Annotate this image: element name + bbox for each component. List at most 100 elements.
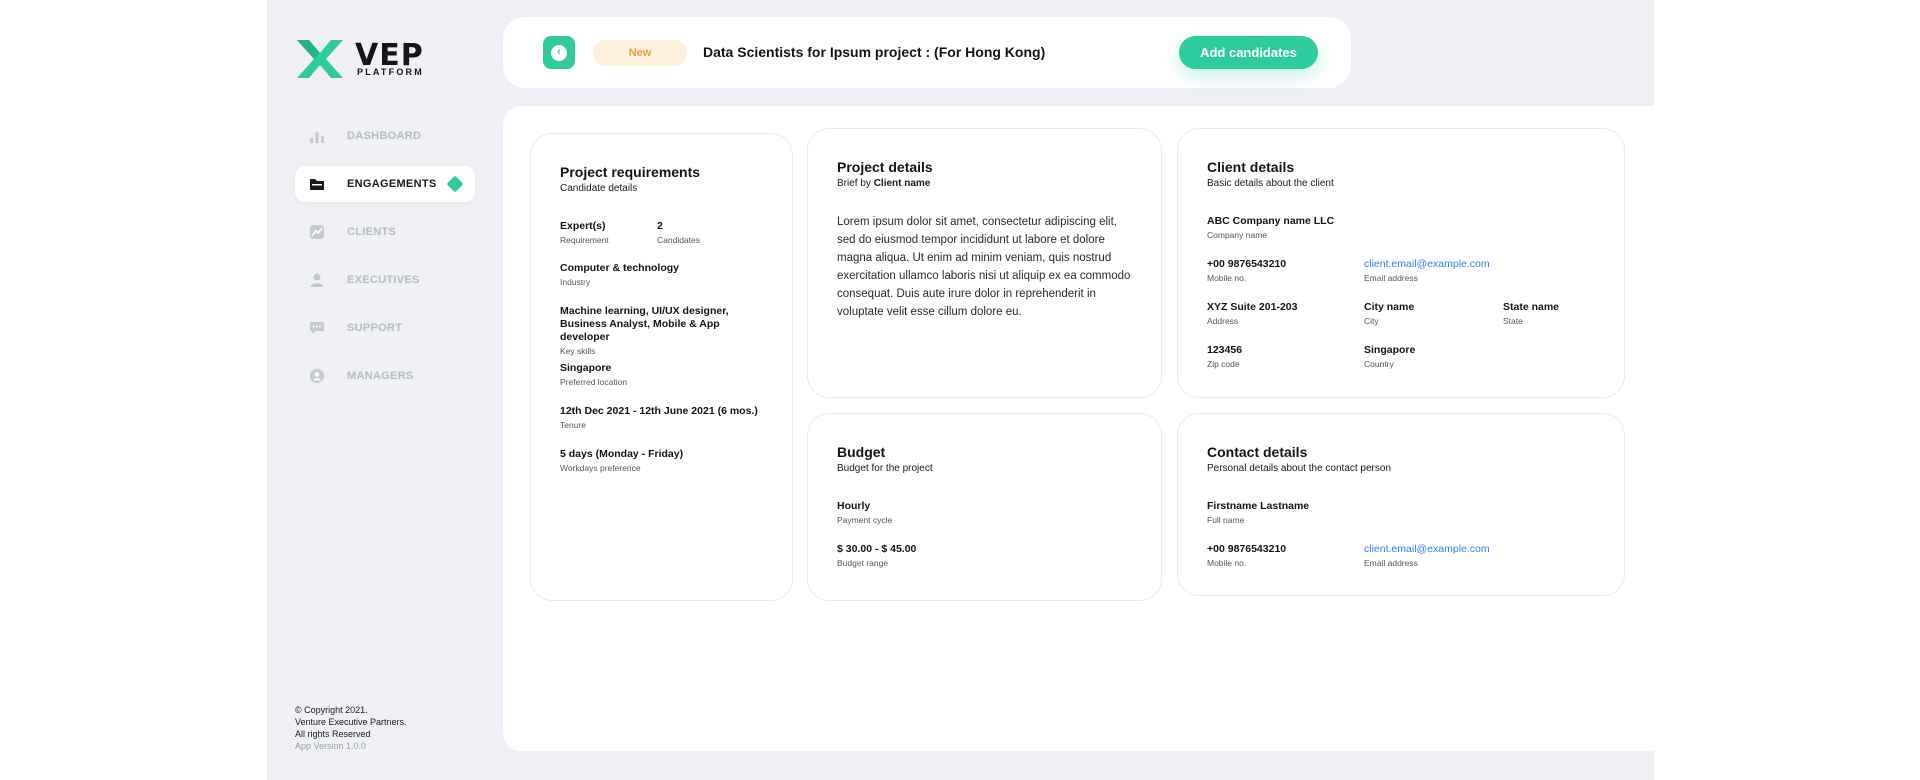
brief-prefix: Brief by <box>837 178 871 189</box>
tenure-field: 12th Dec 2021 - 12th June 2021 (6 mos.) … <box>560 405 758 430</box>
sidebar-item-dashboard[interactable]: DASHBOARD <box>295 118 475 154</box>
card-subtitle: Candidate details <box>560 183 638 194</box>
client-mobile-field: +00 9876543210 Mobile no. <box>1207 258 1286 283</box>
budget-range-field: $ 30.00 - $ 45.00 Budget range <box>837 543 916 568</box>
full-name-label: Full name <box>1207 515 1245 525</box>
city-value: City name <box>1364 301 1415 313</box>
user-circle-icon <box>309 368 325 384</box>
city-field: City name City <box>1364 301 1414 326</box>
workdays-label: Workdays preference <box>560 463 641 473</box>
payment-cycle-field: Hourly Payment cycle <box>837 500 892 525</box>
sidebar-item-label: ENGAGEMENTS <box>347 178 437 190</box>
candidates-field: 2 Candidates <box>657 220 700 245</box>
back-button[interactable]: ‹ <box>543 36 575 69</box>
chart-bars-icon <box>309 128 325 144</box>
contact-email-field: client.email@example.com Email address <box>1364 543 1490 568</box>
candidates-value: 2 <box>657 220 663 232</box>
status-badge: New <box>593 40 687 66</box>
state-label: State <box>1503 316 1523 326</box>
card-title: Project requirements <box>560 164 701 180</box>
address-value: XYZ Suite 201-203 <box>1207 301 1298 313</box>
contact-mobile-value: +00 9876543210 <box>1207 543 1287 555</box>
person-icon <box>309 272 325 288</box>
tenure-label: Tenure <box>560 420 586 430</box>
budget-range-value: $ 30.00 - $ 45.00 <box>837 543 917 555</box>
sidebar-item-clients[interactable]: CLIENTS <box>295 214 475 250</box>
workdays-value: 5 days (Monday - Friday) <box>560 448 684 460</box>
folder-icon <box>309 176 325 192</box>
client-mobile-value: +00 9876543210 <box>1207 258 1287 270</box>
company-text: Venture Executive Partners. <box>295 717 407 727</box>
contact-email-label: Email address <box>1364 558 1418 568</box>
card-subtitle: Brief by Client name <box>837 178 933 189</box>
payment-cycle-label: Payment cycle <box>837 515 893 525</box>
card-title: Project details <box>837 159 933 175</box>
card-title: Contact details <box>1207 444 1308 460</box>
sidebar-item-engagements[interactable]: ENGAGEMENTS <box>295 166 475 202</box>
company-label: Company name <box>1207 230 1268 240</box>
copyright-text: © Copyright 2021. <box>295 705 368 715</box>
zip-field: 123456 Zip code <box>1207 344 1242 369</box>
location-value: Singapore <box>560 362 612 374</box>
card-subtitle: Personal details about the contact perso… <box>1207 463 1392 474</box>
client-email-field: client.email@example.com Email address <box>1364 258 1490 283</box>
location-field: Singapore Preferred location <box>560 362 627 387</box>
city-label: City <box>1364 316 1379 326</box>
card-title: Client details <box>1207 159 1295 175</box>
chat-bubble-icon <box>309 320 325 336</box>
sidebar-item-support[interactable]: SUPPORT <box>295 310 475 346</box>
project-details-card: Project details Brief by Client name Lor… <box>807 128 1162 398</box>
brand-logo[interactable]: VEP PLATFORM <box>295 38 425 82</box>
client-email-link[interactable]: client.email@example.com <box>1364 258 1490 271</box>
active-indicator-icon <box>446 175 464 193</box>
sidebar-item-executives[interactable]: EXECUTIVES <box>295 262 475 298</box>
add-candidates-button[interactable]: Add candidates <box>1179 36 1318 69</box>
sidebar-item-label: CLIENTS <box>347 226 397 238</box>
company-value: ABC Company name LLC <box>1207 215 1335 227</box>
app-version: App Version 1.0.0 <box>295 741 367 751</box>
payment-cycle-value: Hourly <box>837 500 871 512</box>
zip-label: Zip code <box>1207 359 1240 369</box>
country-value: Singapore <box>1364 344 1416 356</box>
chart-line-icon <box>309 224 325 240</box>
contact-mobile-field: +00 9876543210 Mobile no. <box>1207 543 1286 568</box>
app-shell: VEP PLATFORM DASHBOARD ENGAGEMENTS CLIEN… <box>267 0 1654 780</box>
client-mobile-label: Mobile no. <box>1207 273 1247 283</box>
address-field: XYZ Suite 201-203 Address <box>1207 301 1297 326</box>
industry-label: Industry <box>560 277 591 287</box>
brand-subtitle: PLATFORM <box>357 67 424 77</box>
key-skills-label: Key skills <box>560 346 596 356</box>
contact-details-card: Contact details Personal details about t… <box>1177 413 1625 596</box>
logo-mark-icon <box>297 40 343 78</box>
sidebar-footer: © Copyright 2021. Venture Executive Part… <box>295 704 407 752</box>
sidebar-item-label: SUPPORT <box>347 322 403 334</box>
state-value: State name <box>1503 301 1560 313</box>
sidebar-item-label: EXECUTIVES <box>347 274 420 286</box>
experts-field: Expert(s) Requirement <box>560 220 609 245</box>
industry-field: Computer & technology Industry <box>560 262 679 287</box>
card-subtitle: Budget for the project <box>837 463 933 474</box>
experts-value: Expert(s) <box>560 220 606 232</box>
card-title: Budget <box>837 444 886 460</box>
client-email-label: Email address <box>1364 273 1418 283</box>
sidebar-nav: DASHBOARD ENGAGEMENTS CLIENTS EXECUTIVES <box>295 118 475 406</box>
page-title: Data Scientists for Ipsum project : (For… <box>703 44 1046 60</box>
sidebar-item-label: MANAGERS <box>347 370 414 382</box>
client-details-card: Client details Basic details about the c… <box>1177 128 1625 398</box>
contact-email-link[interactable]: client.email@example.com <box>1364 543 1490 556</box>
candidates-label: Candidates <box>657 235 701 245</box>
brief-client-name: Client name <box>873 178 931 189</box>
budget-range-label: Budget range <box>837 558 889 568</box>
tenure-value: 12th Dec 2021 - 12th June 2021 (6 mos.) <box>560 405 758 417</box>
address-label: Address <box>1207 316 1239 326</box>
project-requirements-card: Project requirements Candidate details E… <box>530 133 793 601</box>
sidebar-item-label: DASHBOARD <box>347 130 422 142</box>
zip-value: 123456 <box>1207 344 1243 356</box>
sidebar-item-managers[interactable]: MANAGERS <box>295 358 475 394</box>
chevron-left-icon: ‹ <box>551 44 567 61</box>
location-label: Preferred location <box>560 377 628 387</box>
workdays-field: 5 days (Monday - Friday) Workdays prefer… <box>560 448 683 473</box>
page-header: ‹ New Data Scientists for Ipsum project … <box>503 17 1351 88</box>
full-name-field: Firstname Lastname Full name <box>1207 500 1309 525</box>
full-name-value: Firstname Lastname <box>1207 500 1310 512</box>
